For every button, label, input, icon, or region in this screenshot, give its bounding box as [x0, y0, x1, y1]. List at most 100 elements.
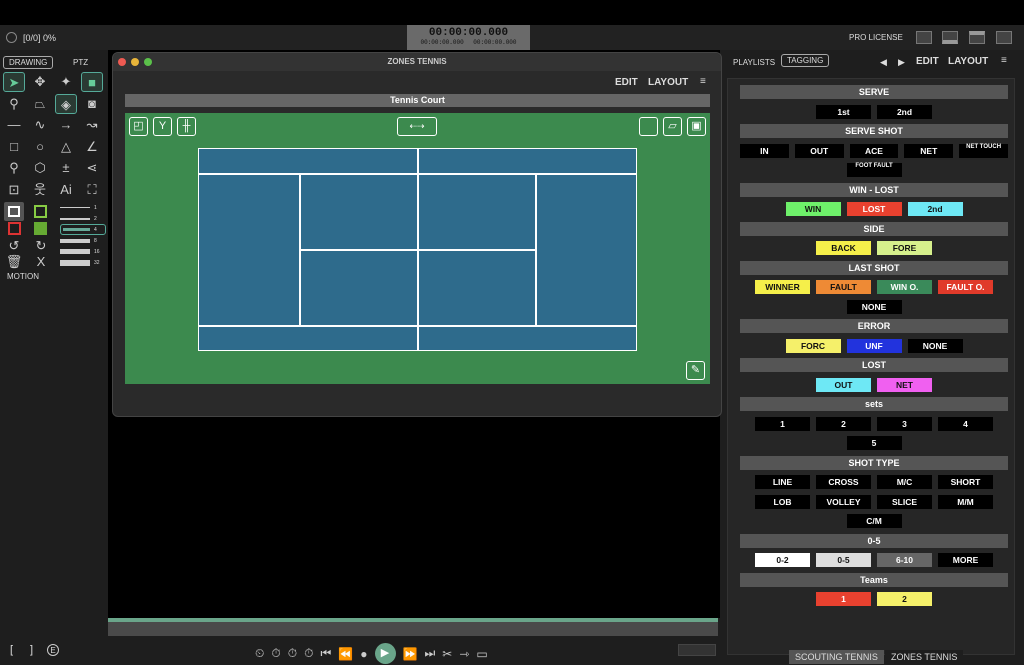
layout-full-icon[interactable] — [996, 31, 1012, 44]
hamburger-menu-icon[interactable]: ≡ — [700, 76, 706, 87]
pencil-icon[interactable]: ✎ — [686, 361, 705, 380]
tag-button-none[interactable]: NONE — [907, 338, 963, 353]
tab-playlists[interactable]: PLAYLISTS — [733, 58, 775, 67]
tag-button-2[interactable]: 2 — [877, 592, 932, 606]
tag-button-net[interactable]: NET — [877, 377, 932, 392]
tag-button-m-c[interactable]: M/C — [877, 475, 932, 489]
stopwatch-4-icon[interactable]: ⏱ — [304, 646, 313, 661]
tag-button-0-2[interactable]: 0-2 — [755, 553, 810, 567]
tag-button-5[interactable]: 5 — [846, 436, 902, 450]
tag-button-fault-o-[interactable]: FAULT O. — [938, 280, 993, 294]
line-width-4[interactable]: 4 — [60, 224, 106, 235]
tag-button-out[interactable]: OUT — [794, 143, 844, 158]
circle-icon[interactable]: ○ — [29, 137, 51, 157]
tag-button-back[interactable]: BACK — [816, 241, 871, 255]
line-width-2[interactable]: 2 — [60, 213, 106, 224]
tag-button-1[interactable]: 1 — [755, 416, 810, 431]
key-icon[interactable]: ⚲ — [3, 94, 25, 114]
calculator-icon[interactable]: ± — [55, 158, 77, 178]
tag-button-2nd[interactable]: 2nd — [877, 104, 932, 119]
tag-button-win-o-[interactable]: WIN O. — [877, 280, 932, 294]
curve-icon[interactable]: ∿ — [29, 115, 51, 135]
timeline-scrubber[interactable] — [108, 618, 718, 636]
tag-button-in[interactable]: IN — [740, 143, 789, 158]
stopwatch-1-icon[interactable]: ⏱ — [271, 646, 280, 661]
tag-button-3[interactable]: 3 — [877, 416, 932, 431]
layout-top-icon[interactable] — [969, 31, 985, 44]
timer-icon[interactable]: ⏲ — [255, 646, 264, 661]
tag-button-2[interactable]: 2 — [816, 416, 871, 431]
clear-icon[interactable]: X — [30, 252, 52, 272]
share-icon[interactable]: ⋖ — [81, 158, 103, 178]
zoom-button[interactable] — [144, 58, 152, 66]
magnifier-icon[interactable]: ⚲ — [3, 158, 25, 178]
hamburger-menu-right-icon[interactable]: ≡ — [1001, 55, 1007, 66]
tab-ptz[interactable]: PTZ — [73, 58, 88, 67]
tag-button-lob[interactable]: LOB — [755, 494, 810, 509]
stopwatch-2-icon[interactable]: ⏱ — [288, 646, 297, 661]
prev-icon[interactable]: ◀ — [880, 57, 887, 68]
angle-icon[interactable]: ∠ — [81, 137, 103, 157]
tag-button-0-5[interactable]: 0-5 — [816, 553, 871, 567]
perspective-grid-icon[interactable]: ⏢ — [29, 94, 51, 114]
screen-icon[interactable]: ▭ — [476, 647, 487, 661]
tag-button-winner[interactable]: WINNER — [755, 280, 810, 294]
trash-icon[interactable]: 🗑 — [3, 252, 25, 272]
tag-button-fault[interactable]: FAULT — [816, 280, 871, 294]
select-arrow-icon[interactable]: ➤ — [3, 72, 25, 92]
send-icon[interactable]: ⇾ — [459, 647, 469, 661]
close-button[interactable] — [118, 58, 126, 66]
line-width-1[interactable]: 1 — [60, 202, 106, 213]
scissors-icon[interactable]: ✂ — [442, 647, 452, 661]
move-icon[interactable]: ✥ — [29, 72, 51, 92]
mask-icon[interactable]: ◙ — [81, 94, 103, 114]
tag-button-1[interactable]: 1 — [816, 592, 871, 606]
grid-icon[interactable]: ╫ — [177, 117, 196, 136]
text-box-icon[interactable]: ⊡ — [3, 180, 25, 200]
record-icon[interactable]: ● — [360, 647, 367, 661]
tag-button-ace[interactable]: ACE — [849, 143, 899, 158]
tab-tagging[interactable]: TAGGING — [781, 54, 830, 67]
tag-button-more[interactable]: MORE — [938, 553, 993, 567]
red-color-swatch[interactable] — [8, 222, 21, 235]
parallelogram-icon[interactable]: ▱ — [663, 117, 682, 136]
next-icon[interactable]: ▶ — [898, 57, 905, 68]
focus-icon[interactable]: ⛶ — [81, 180, 103, 200]
line-width-8[interactable]: 8 — [60, 235, 106, 246]
mark-in-icon[interactable]: [ — [10, 644, 13, 656]
tag-button-m-m[interactable]: M/M — [938, 494, 993, 509]
tag-button-win[interactable]: WIN — [785, 202, 841, 216]
tag-button-cross[interactable]: CROSS — [816, 475, 871, 489]
skip-end-icon[interactable]: ⏭ — [424, 646, 435, 661]
tag-button-forc[interactable]: FORC — [785, 338, 841, 353]
tag-button-line[interactable]: LINE — [755, 475, 810, 489]
edit-menu-right[interactable]: EDIT — [916, 56, 939, 67]
person-icon[interactable]: 웃 — [29, 180, 51, 200]
arrow-line-icon[interactable]: → — [55, 115, 77, 135]
layout-single-icon[interactable] — [916, 31, 932, 44]
inner-square-icon[interactable]: ▣ — [687, 117, 706, 136]
rectangle-icon[interactable]: □ — [3, 137, 25, 157]
tab-drawing[interactable]: DRAWING — [3, 56, 54, 69]
crop-icon[interactable]: ◰ — [129, 117, 148, 136]
tag-button-net-touch[interactable]: NET TOUCH — [959, 143, 1008, 158]
minimize-button[interactable] — [131, 58, 139, 66]
tag-button-slice[interactable]: SLICE — [877, 494, 932, 509]
tag-button-foot-fault[interactable]: FOOT FAULT — [846, 163, 902, 177]
layers-icon[interactable]: ◈ — [55, 93, 77, 114]
tag-button-unf[interactable]: UNF — [846, 338, 902, 353]
tag-button-4[interactable]: 4 — [938, 416, 993, 431]
export-icon[interactable]: E — [47, 644, 59, 656]
tag-button-fore[interactable]: FORE — [877, 241, 932, 255]
tag-button-volley[interactable]: VOLLEY — [816, 494, 871, 509]
outline-color-swatch[interactable] — [34, 205, 47, 218]
volume-box[interactable] — [678, 644, 716, 656]
tag-button-lost[interactable]: LOST — [846, 202, 902, 216]
rewind-icon[interactable]: ⏪ — [338, 647, 353, 661]
spotlight-icon[interactable]: ✦ — [55, 72, 77, 92]
stroke-color-swatch[interactable] — [4, 202, 24, 221]
tag-button-net[interactable]: NET — [904, 143, 954, 158]
square-icon[interactable] — [639, 117, 658, 136]
tag-button-2nd[interactable]: 2nd — [907, 202, 963, 216]
tennis-court-field[interactable]: ◰ Y ╫ ⇠⇢ ▱ ▣ ✎ — [125, 113, 710, 384]
